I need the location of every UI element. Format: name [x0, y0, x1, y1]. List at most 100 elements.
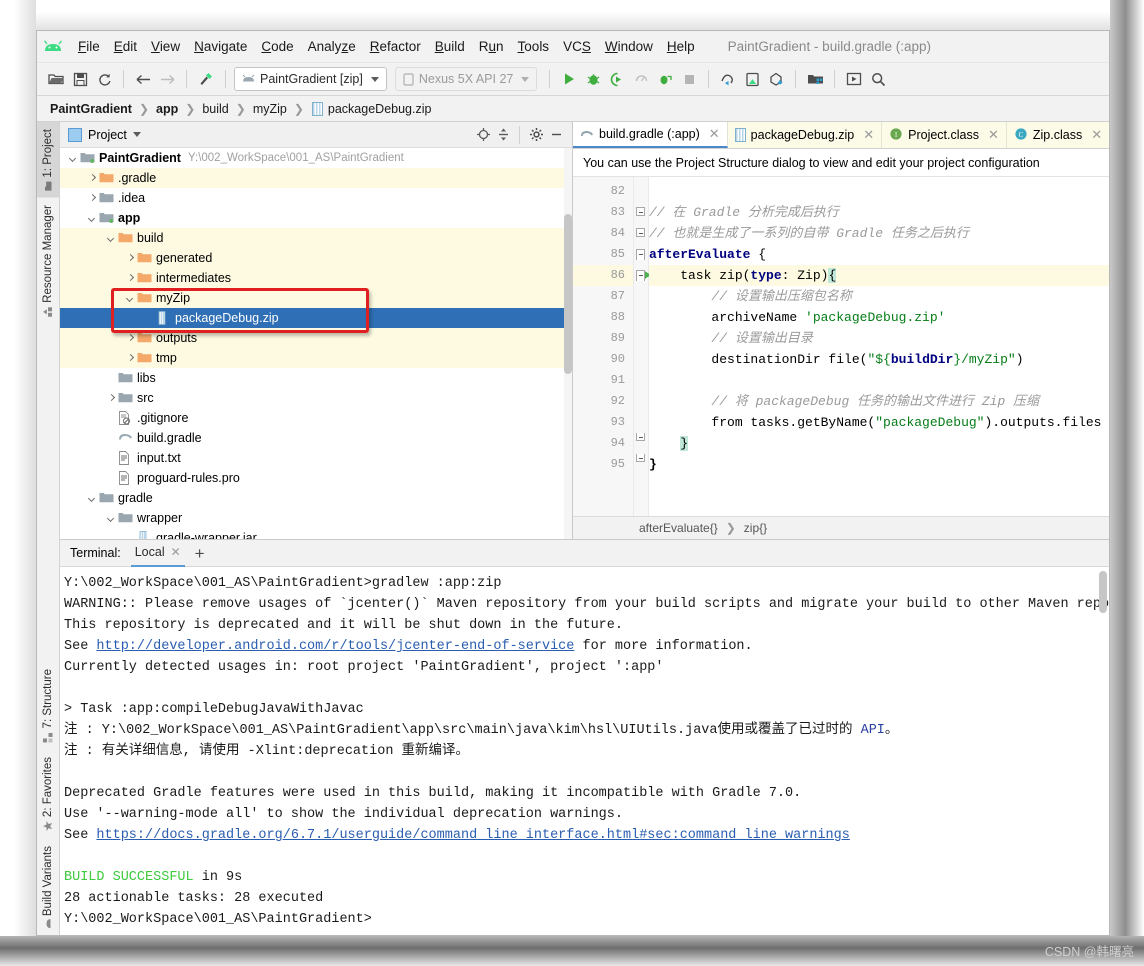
debug-icon[interactable]	[582, 68, 604, 90]
code-line[interactable]: // 在 Gradle 分析完成后执行	[649, 202, 1109, 223]
device-selector[interactable]: Nexus 5X API 27	[394, 67, 538, 91]
run-icon[interactable]	[558, 68, 580, 90]
breadcrumb-item-app[interactable]: app	[153, 102, 181, 116]
chevron-down-icon[interactable]	[68, 153, 79, 164]
code-fold-icon[interactable]	[636, 433, 645, 441]
breadcrumb-item-project[interactable]: PaintGradient	[47, 102, 135, 116]
chevron-right-icon[interactable]	[125, 253, 136, 264]
chevron-down-icon[interactable]	[87, 493, 98, 504]
code-line[interactable]: archiveName 'packageDebug.zip'	[649, 307, 1109, 328]
chevron-down-icon-project[interactable]	[132, 132, 141, 137]
code-line[interactable]: from tasks.getByName("packageDebug").out…	[649, 412, 1109, 433]
chevron-right-icon[interactable]	[106, 393, 117, 404]
code-line[interactable]: // 将 packageDebug 任务的输出文件进行 Zip 压缩	[649, 391, 1109, 412]
code-line[interactable]: // 设置输出目录	[649, 328, 1109, 349]
tree-node-src[interactable]: src	[60, 388, 572, 408]
tree-node-myzip[interactable]: myZip	[60, 288, 572, 308]
sidebar-item-favorites[interactable]: 2: Favorites	[37, 750, 59, 839]
sidebar-item-project[interactable]: 1: Project	[37, 122, 59, 198]
chevron-right-icon[interactable]	[125, 273, 136, 284]
attach-debugger-icon[interactable]	[654, 68, 676, 90]
sidebar-item-structure[interactable]: 7: Structure	[37, 662, 59, 749]
code-line[interactable]: afterEvaluate {	[649, 244, 1109, 265]
sidebar-item-resource-manager[interactable]: Resource Manager	[37, 198, 59, 324]
structure-crumb-zip[interactable]: zip{}	[744, 521, 767, 535]
tab-project-class[interactable]: I Project.class ✕	[882, 122, 1007, 148]
close-icon-terminal[interactable]: ✕	[171, 545, 181, 559]
menu-file[interactable]: File	[71, 37, 107, 56]
run-with-coverage-icon[interactable]	[606, 68, 628, 90]
breadcrumb-item-build[interactable]: build	[199, 102, 231, 116]
menu-view[interactable]: View	[144, 37, 187, 56]
code-fold-icon[interactable]	[636, 228, 645, 237]
terminal-link[interactable]: https://docs.gradle.org/6.7.1/userguide/…	[96, 828, 849, 843]
close-icon[interactable]: ✕	[709, 126, 720, 142]
menu-run[interactable]: Run	[472, 37, 511, 56]
close-icon-4[interactable]: ✕	[1091, 127, 1102, 143]
chevron-down-icon[interactable]	[106, 233, 117, 244]
code-fold-icon[interactable]	[636, 207, 645, 216]
tree-node-packagedebug-zip[interactable]: packageDebug.zip	[60, 308, 572, 328]
search-everywhere-icon[interactable]	[867, 68, 889, 90]
code-fold-icon[interactable]	[636, 270, 645, 281]
menu-refactor[interactable]: Refactor	[363, 37, 428, 56]
chevron-right-icon[interactable]	[87, 173, 98, 184]
sync-icon[interactable]	[93, 68, 115, 90]
terminal-scrollbar-thumb[interactable]	[1099, 571, 1107, 613]
locate-target-icon[interactable]	[473, 125, 493, 145]
tree-node-input-txt[interactable]: input.txt	[60, 448, 572, 468]
tree-node-intermediates[interactable]: intermediates	[60, 268, 572, 288]
tree-scrollbar-thumb[interactable]	[564, 214, 572, 374]
tree-node-tmp[interactable]: tmp	[60, 348, 572, 368]
structure-crumb-afterevaluate[interactable]: afterEvaluate{}	[639, 521, 718, 535]
menu-navigate[interactable]: Navigate	[187, 37, 254, 56]
chevron-down-icon[interactable]	[87, 213, 98, 224]
settings-gear-icon[interactable]	[526, 125, 546, 145]
code-line[interactable]	[649, 181, 1109, 202]
code-line[interactable]: destinationDir file("${buildDir}/myZip")	[649, 349, 1109, 370]
tree-node-wrapper[interactable]: wrapper	[60, 508, 572, 528]
back-arrow-icon[interactable]	[132, 68, 154, 90]
terminal-link[interactable]: http://developer.android.com/r/tools/jce…	[96, 639, 574, 654]
add-terminal-tab-button[interactable]: +	[195, 545, 205, 562]
chevron-down-icon[interactable]	[125, 293, 136, 304]
breadcrumb-item-packagedebug-zip[interactable]: packageDebug.zip	[325, 102, 435, 116]
tree-node-idea[interactable]: .idea	[60, 188, 572, 208]
code-line[interactable]: }	[649, 433, 1109, 454]
code-folding-column[interactable]	[634, 177, 649, 516]
avd-manager-icon[interactable]	[741, 68, 763, 90]
menu-code[interactable]: Code	[254, 37, 300, 56]
tree-node-paintgradient[interactable]: PaintGradient Y:\002_WorkSpace\001_AS\Pai…	[60, 148, 572, 168]
menu-window[interactable]: Window	[598, 37, 660, 56]
tab-zip-class[interactable]: C Zip.class ✕	[1006, 122, 1110, 148]
collapse-all-icon[interactable]	[493, 125, 513, 145]
menu-analyze[interactable]: Analyze	[301, 37, 363, 56]
tab-packagedebug-zip[interactable]: packageDebug.zip ✕	[727, 122, 883, 148]
chevron-down-icon[interactable]	[106, 513, 117, 524]
tree-node-build[interactable]: build	[60, 228, 572, 248]
tree-node-proguard-rules-pro[interactable]: proguard-rules.pro	[60, 468, 572, 488]
chevron-right-icon[interactable]	[87, 193, 98, 204]
code-text[interactable]: // 在 Gradle 分析完成后执行// 也就是生成了一系列的自带 Gradl…	[649, 177, 1109, 516]
chevron-right-icon[interactable]	[125, 353, 136, 364]
menu-build[interactable]: Build	[428, 37, 472, 56]
open-folder-icon[interactable]	[45, 68, 67, 90]
tree-node-libs[interactable]: libs	[60, 368, 572, 388]
sync-project-icon[interactable]	[765, 68, 787, 90]
project-structure-icon[interactable]	[804, 68, 826, 90]
build-hammer-icon[interactable]	[195, 68, 217, 90]
code-line[interactable]: // 也就是生成了一系列的自带 Gradle 任务之后执行	[649, 223, 1109, 244]
tree-node-gradle[interactable]: .gradle	[60, 168, 572, 188]
chevron-right-icon[interactable]	[125, 333, 136, 344]
project-tree[interactable]: PaintGradient Y:\002_WorkSpace\001_AS\Pai…	[60, 148, 572, 539]
tab-build-gradle[interactable]: build.gradle (:app) ✕	[573, 122, 728, 148]
code-line[interactable]: task zip(type: Zip){	[649, 265, 1109, 286]
menu-edit[interactable]: Edit	[107, 37, 144, 56]
sidebar-item-build-variants[interactable]: Build Variants	[37, 839, 59, 935]
tree-node-gradle-wrapper-jar[interactable]: gradle-wrapper.jar	[60, 528, 572, 539]
tree-node-build-gradle[interactable]: build.gradle	[60, 428, 572, 448]
code-line[interactable]: // 设置输出压缩包名称	[649, 286, 1109, 307]
tree-node-app[interactable]: app	[60, 208, 572, 228]
save-all-icon[interactable]	[69, 68, 91, 90]
code-line[interactable]: }	[649, 454, 1109, 475]
